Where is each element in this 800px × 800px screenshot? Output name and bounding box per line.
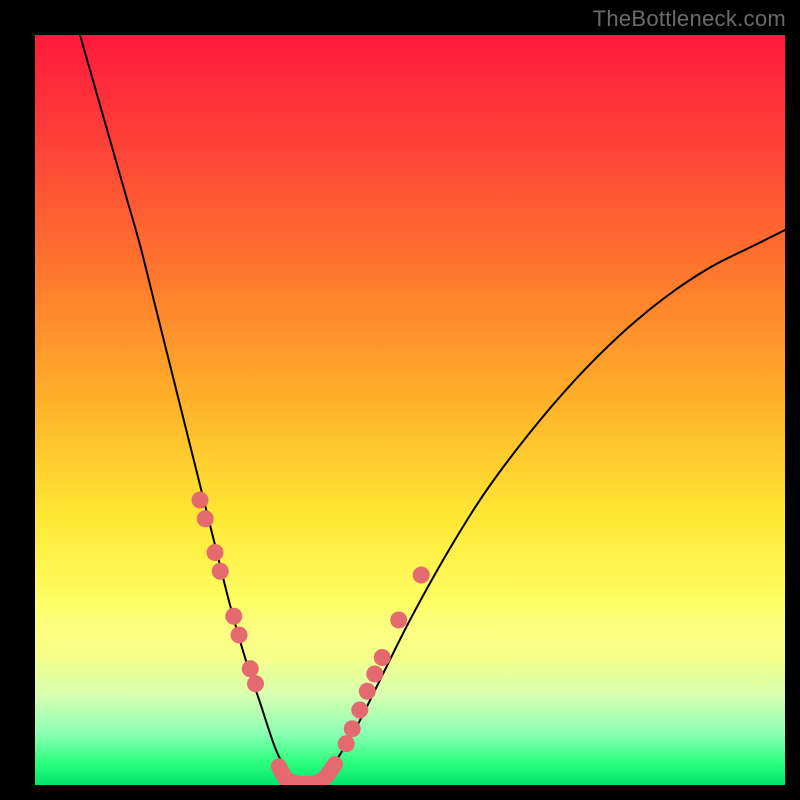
- data-dot: [338, 735, 355, 752]
- data-dot: [212, 563, 229, 580]
- data-dot: [192, 492, 209, 509]
- bottom-marker-path: [279, 764, 335, 784]
- chart-svg: [35, 35, 785, 785]
- left-curve: [80, 35, 298, 785]
- data-dot: [351, 702, 368, 719]
- watermark-text: TheBottleneck.com: [593, 6, 786, 32]
- right-curve: [320, 230, 785, 785]
- data-dot: [225, 608, 242, 625]
- data-dot: [390, 612, 407, 629]
- right-dots-group: [338, 567, 430, 753]
- data-dot: [374, 649, 391, 666]
- data-dot: [242, 660, 259, 677]
- data-dot: [344, 720, 361, 737]
- left-dots-group: [192, 492, 265, 693]
- data-dot: [359, 683, 376, 700]
- data-dot: [247, 675, 264, 692]
- plot-area: [35, 35, 785, 785]
- data-dot: [413, 567, 430, 584]
- data-dot: [197, 510, 214, 527]
- data-dot: [366, 666, 383, 683]
- outer-frame: TheBottleneck.com: [0, 0, 800, 800]
- data-dot: [231, 627, 248, 644]
- data-dot: [207, 544, 224, 561]
